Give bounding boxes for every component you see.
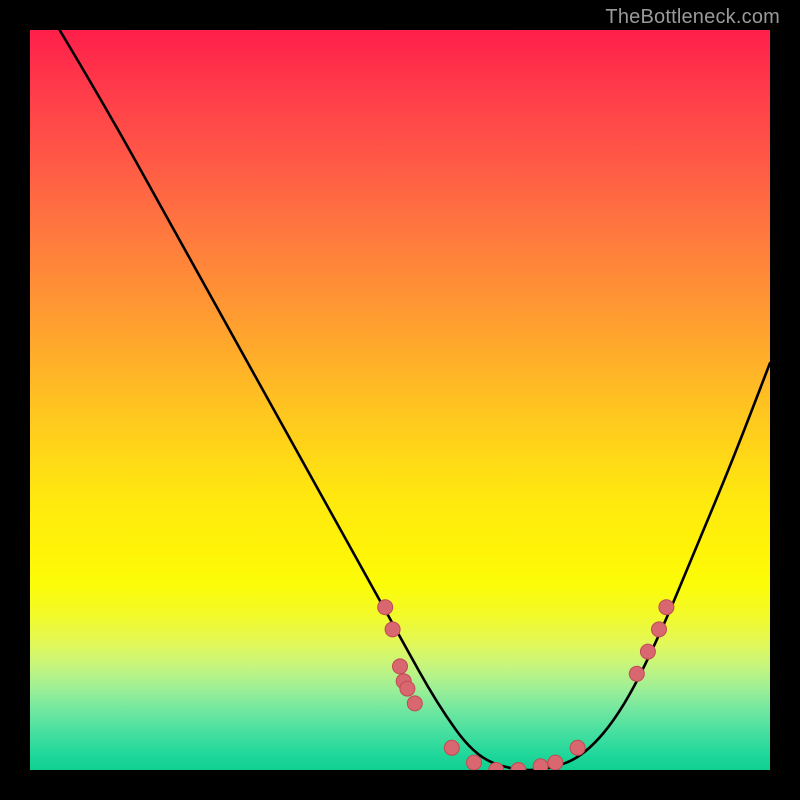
data-marker [489,763,504,771]
bottleneck-curve-path [60,30,770,770]
data-marker [652,622,667,637]
marker-group [378,600,674,770]
data-marker [385,622,400,637]
plot-area [30,30,770,770]
data-marker [400,681,415,696]
data-marker [533,759,548,770]
attribution-text: TheBottleneck.com [605,6,780,29]
data-marker [640,644,655,659]
data-marker [444,740,459,755]
data-marker [467,755,482,770]
data-marker [570,740,585,755]
data-marker [378,600,393,615]
data-marker [393,659,408,674]
curve-svg [30,30,770,770]
data-marker [548,755,563,770]
data-marker [659,600,674,615]
chart-container: TheBottleneck.com [0,0,800,800]
data-marker [511,763,526,771]
data-marker [629,666,644,681]
data-marker [407,696,422,711]
